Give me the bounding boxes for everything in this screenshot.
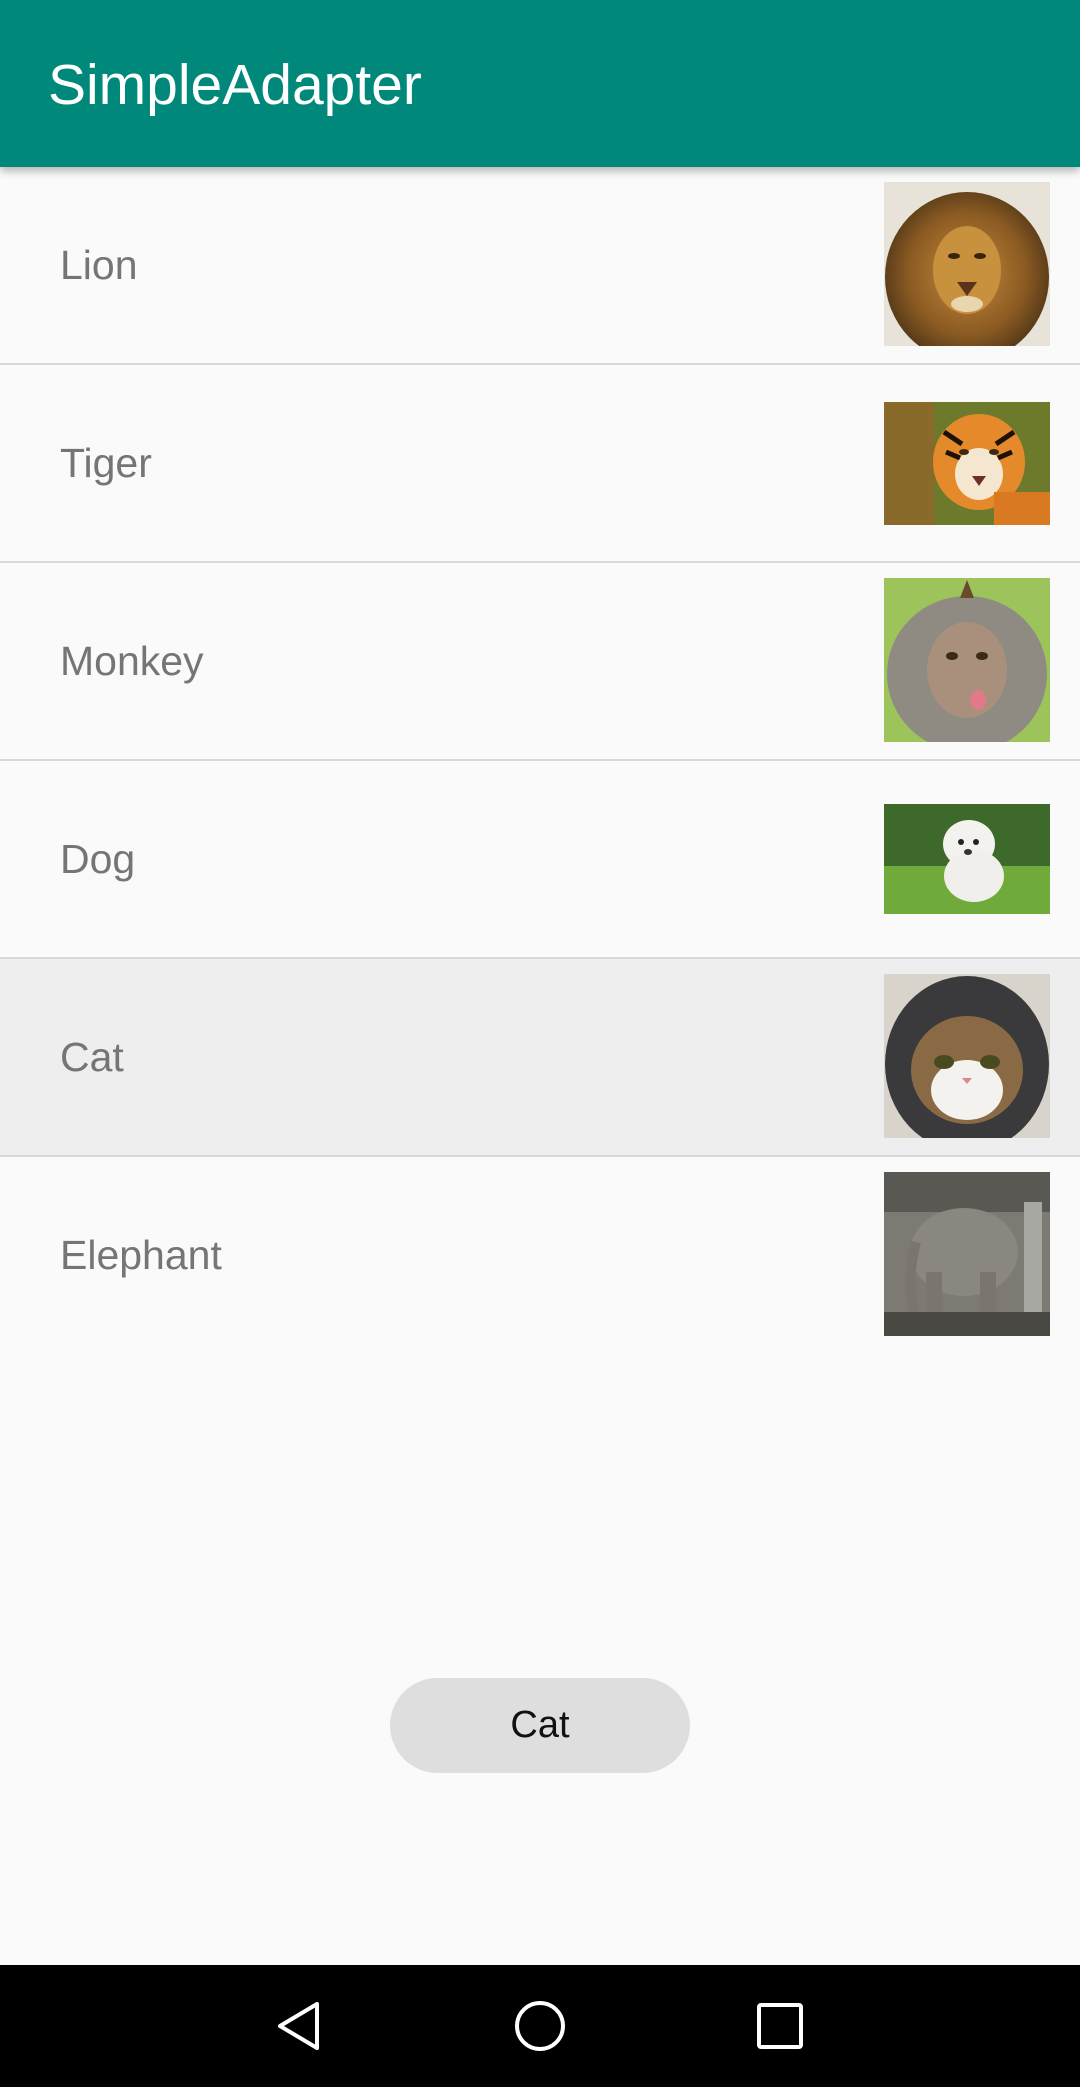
list-item-label: Elephant — [60, 1232, 222, 1278]
list-item-elephant[interactable]: Elephant — [0, 1157, 1080, 1353]
home-circle-icon[interactable] — [480, 1965, 600, 2087]
recents-square-icon[interactable] — [720, 1965, 840, 2087]
lion-photo-icon — [884, 182, 1050, 346]
animal-list: Lion Tiger Monkey Dog Cat Elephant — [0, 167, 1080, 1353]
monkey-photo-icon — [884, 578, 1050, 742]
cat-photo-icon — [884, 974, 1050, 1138]
list-item-cat[interactable]: Cat — [0, 959, 1080, 1157]
list-item-monkey[interactable]: Monkey — [0, 563, 1080, 761]
app-title: SimpleAdapter — [48, 53, 422, 117]
list-item-label: Monkey — [60, 638, 204, 684]
list-item-tiger[interactable]: Tiger — [0, 365, 1080, 563]
selected-animal-button[interactable]: Cat — [390, 1678, 690, 1773]
dog-photo-icon — [884, 804, 1050, 914]
elephant-photo-icon — [884, 1172, 1050, 1336]
list-item-label: Cat — [60, 1034, 124, 1080]
tiger-photo-icon — [884, 402, 1050, 525]
app-bar: SimpleAdapter — [0, 0, 1080, 167]
list-item-label: Tiger — [60, 440, 152, 486]
navigation-bar — [0, 1965, 1080, 2087]
list-item-label: Dog — [60, 836, 136, 882]
list-item-label: Lion — [60, 242, 138, 288]
list-item-dog[interactable]: Dog — [0, 761, 1080, 959]
back-triangle-icon[interactable] — [240, 1965, 360, 2087]
list-item-lion[interactable]: Lion — [0, 167, 1080, 365]
